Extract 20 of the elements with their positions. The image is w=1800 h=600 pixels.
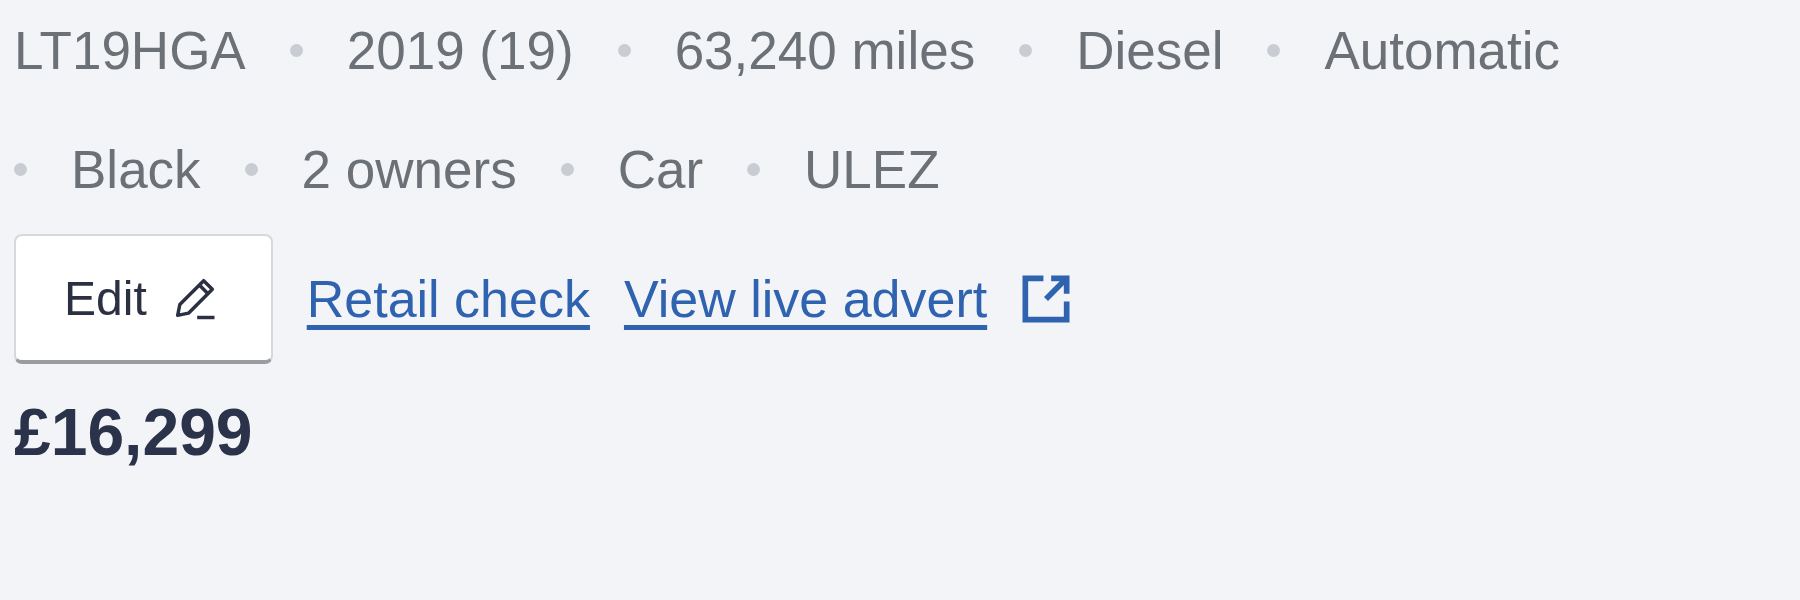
separator-dot-icon <box>289 44 303 57</box>
separator-dot-icon <box>1019 44 1033 57</box>
vehicle-spec: Diesel <box>1076 24 1224 77</box>
separator-dot-icon <box>560 163 574 176</box>
price: £16,299 <box>14 394 254 470</box>
link[interactable]: View live advert <box>623 268 1078 330</box>
separator-dot-icon <box>1267 44 1281 57</box>
separator-dot-icon <box>617 44 631 57</box>
vehicle-spec: Car <box>617 143 704 196</box>
vehicle-spec: Automatic <box>1324 24 1561 77</box>
separator-dot-icon <box>14 163 27 176</box>
vehicle-spec: 63,240 miles <box>674 24 976 77</box>
separator-dot-icon <box>747 163 761 176</box>
vehicle-spec: Black <box>71 143 201 196</box>
separator-dot-icon <box>244 163 258 176</box>
edit-button[interactable]: Edit <box>14 234 273 364</box>
link[interactable]: Retail check <box>306 269 590 329</box>
vehicle-spec: ULEZ <box>804 143 940 196</box>
vehicle-spec: LT19HGA <box>14 24 246 77</box>
vehicle-spec: 2 owners <box>301 143 517 196</box>
